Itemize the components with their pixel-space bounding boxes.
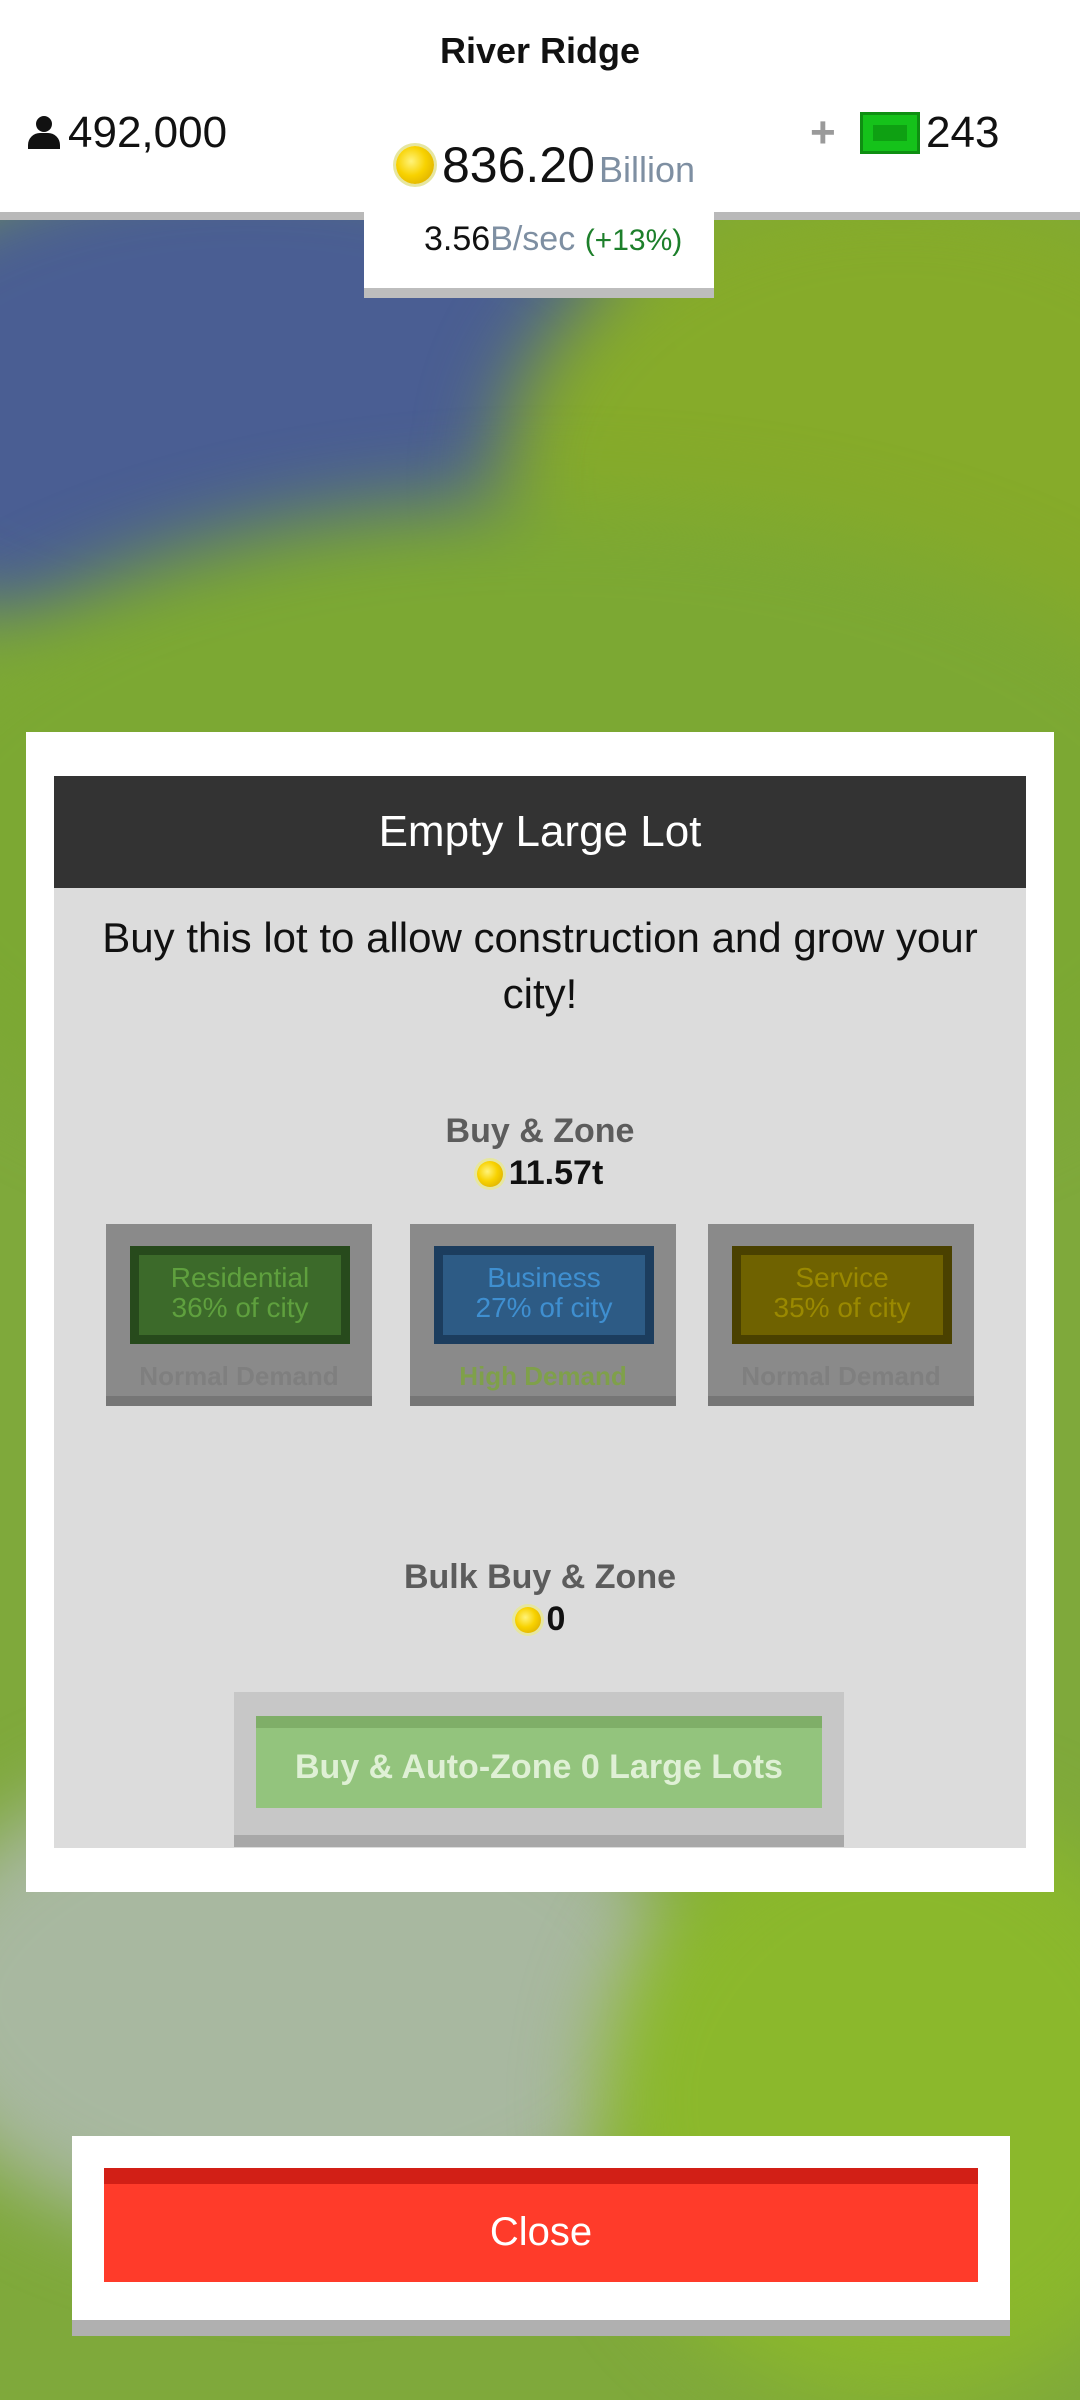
close-container: Close [72, 2136, 1010, 2336]
bulk-buy-container: Buy & Auto-Zone 0 Large Lots [234, 1692, 844, 1847]
zone-share: 27% of city [475, 1292, 613, 1323]
dialog-description: Buy this lot to allow construction and g… [102, 914, 978, 1017]
zone-residential-button[interactable]: Residential 36% of city Normal Demand [106, 1224, 372, 1406]
buy-zone-title: Buy & Zone [445, 1112, 635, 1150]
income-rate: 3.56B/sec (+13%) [424, 220, 682, 259]
buy-zone-price: 11.57t [54, 1154, 1026, 1193]
bulk-buy-button[interactable]: Buy & Auto-Zone 0 Large Lots [256, 1716, 822, 1808]
zone-share: 35% of city [773, 1292, 911, 1323]
lot-dialog: Empty Large Lot Buy this lot to allow co… [26, 732, 1054, 1892]
zone-demand: Normal Demand [741, 1361, 941, 1391]
city-name: River Ridge [439, 30, 641, 71]
income-value: 3.56 [424, 220, 491, 258]
zone-demand: Normal Demand [139, 1361, 339, 1391]
dialog-title: Empty Large Lot [54, 776, 1026, 888]
zone-share: 36% of city [171, 1292, 309, 1323]
money-value: 836.20 [442, 137, 595, 193]
population-counter: 492,000 [26, 108, 227, 158]
bulk-buy-price-value: 0 [546, 1600, 566, 1638]
bulk-buy-price: 0 [54, 1600, 1026, 1639]
close-button[interactable]: Close [104, 2168, 978, 2282]
bulk-buy-title: Bulk Buy & Zone [403, 1558, 677, 1596]
income-unit: B/sec [490, 220, 576, 258]
cash-icon [860, 112, 920, 154]
bucks-value: 243 [926, 108, 1000, 157]
lot-dialog-body: Empty Large Lot Buy this lot to allow co… [54, 776, 1026, 1848]
zone-residential-label: Residential 36% of city [130, 1246, 350, 1344]
population-value: 492,000 [68, 108, 228, 157]
buy-zone-price-value: 11.57t [508, 1154, 604, 1192]
zone-name: Service [795, 1262, 889, 1293]
zone-service-button[interactable]: Service 35% of city Normal Demand [708, 1224, 974, 1406]
money-panel: 836.20 Billion 3.56B/sec (+13%) [364, 120, 714, 298]
zone-service-label: Service 35% of city [732, 1246, 952, 1344]
coin-icon [396, 146, 434, 184]
coin-icon [514, 1606, 541, 1633]
zone-business-label: Business 27% of city [434, 1246, 654, 1344]
zone-name: Business [487, 1262, 601, 1293]
zone-demand: High Demand [459, 1361, 627, 1391]
coin-icon [476, 1160, 503, 1187]
money-unit: Billion [598, 149, 695, 190]
zone-name: Residential [170, 1262, 310, 1293]
person-icon [26, 116, 62, 150]
income-percent: (+13%) [584, 224, 683, 257]
zone-business-button[interactable]: Business 27% of city High Demand [410, 1224, 676, 1406]
add-bucks-button[interactable]: + [810, 108, 836, 158]
